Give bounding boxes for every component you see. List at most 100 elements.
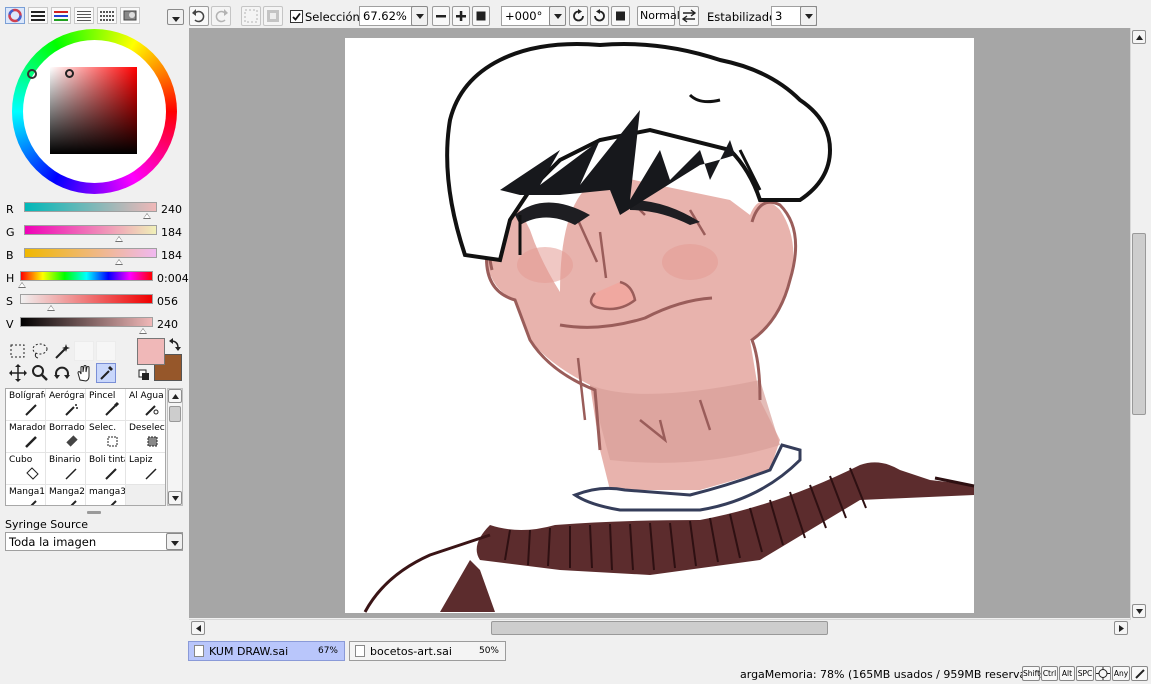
saturation-value-square[interactable] xyxy=(50,67,137,154)
zoom-out-button[interactable] xyxy=(432,6,450,26)
color-wheel-mode-button[interactable] xyxy=(5,7,25,24)
zoom-reset-button[interactable] xyxy=(472,6,490,26)
slider-h[interactable]: H 0:004 xyxy=(6,271,189,291)
redo-button[interactable] xyxy=(211,6,231,26)
brush-cell[interactable]: Al Agua xyxy=(126,389,165,421)
syringe-source-arrow[interactable] xyxy=(166,533,183,550)
swatch-grid-mode-button[interactable] xyxy=(97,7,117,24)
stabilizer-dropdown[interactable] xyxy=(800,6,817,26)
slider-track[interactable] xyxy=(24,202,157,212)
slider-r[interactable]: R 240 xyxy=(6,202,186,222)
brush-cell[interactable]: Marador xyxy=(6,421,46,453)
swatches-mode-button[interactable] xyxy=(74,7,94,24)
zoom-in-button[interactable] xyxy=(452,6,470,26)
zoom-dropdown[interactable] xyxy=(411,6,428,26)
slider-track[interactable] xyxy=(24,225,157,235)
syringe-source-dropdown[interactable]: Toda la imagen xyxy=(5,532,183,551)
drawing-canvas[interactable] xyxy=(189,28,1133,618)
scroll-thumb[interactable] xyxy=(169,406,181,422)
rotate-cw-button[interactable] xyxy=(590,6,609,26)
primary-color-swatch[interactable] xyxy=(137,338,165,365)
slider-track[interactable] xyxy=(20,317,153,327)
slider-b[interactable]: B 184 xyxy=(6,248,186,268)
flip-horizontal-button[interactable] xyxy=(679,6,699,26)
tab-zoom: 50% xyxy=(478,646,499,656)
deselect-button[interactable] xyxy=(241,6,261,26)
brush-cell[interactable]: manga3 xyxy=(86,485,126,505)
rotation-field[interactable]: +000° xyxy=(501,6,551,26)
shift-key-indicator[interactable]: Shift xyxy=(1022,666,1040,681)
ctrl-key-indicator[interactable]: Ctrl xyxy=(1041,666,1058,681)
zoom-tool[interactable] xyxy=(30,363,50,383)
any-key-indicator[interactable]: Any xyxy=(1112,666,1130,681)
rotate-tool[interactable] xyxy=(52,363,72,383)
invert-selection-button[interactable] xyxy=(263,6,283,26)
space-key-indicator[interactable]: SPC xyxy=(1076,666,1094,681)
hand-tool[interactable] xyxy=(74,363,94,383)
rotate-ccw-button[interactable] xyxy=(569,6,588,26)
panel-resize-handle[interactable] xyxy=(87,511,101,514)
slider-thumb[interactable] xyxy=(139,328,147,334)
canvas-viewport[interactable] xyxy=(189,28,1133,618)
brush-cell[interactable]: Selec. xyxy=(86,421,126,453)
rotation-reset-button[interactable] xyxy=(611,6,630,26)
scratchpad-mode-button[interactable] xyxy=(120,7,140,24)
canvas-vertical-scrollbar[interactable] xyxy=(1130,28,1147,620)
alt-key-indicator[interactable]: Alt xyxy=(1059,666,1075,681)
slider-track[interactable] xyxy=(24,248,157,258)
undo-button[interactable] xyxy=(189,6,209,26)
sv-picker-marker[interactable] xyxy=(65,69,74,78)
scroll-down-button[interactable] xyxy=(1132,604,1146,618)
horizontal-scroll-thumb[interactable] xyxy=(491,621,828,635)
brush-cell[interactable]: Lapiz xyxy=(126,453,165,485)
scroll-up-button[interactable] xyxy=(1132,30,1146,44)
brush-cell[interactable]: Deselec. xyxy=(126,421,165,453)
blend-mode-button[interactable]: Normal xyxy=(637,6,680,26)
canvas-horizontal-scrollbar[interactable] xyxy=(189,619,1131,636)
brush-cell[interactable]: Bolígrafo xyxy=(6,389,46,421)
selection-checkbox[interactable] xyxy=(290,10,303,23)
brush-cell[interactable]: Aerógrafo xyxy=(46,389,86,421)
slider-v[interactable]: V 240 xyxy=(6,317,186,337)
brush-cell[interactable]: Pincel xyxy=(86,389,126,421)
rgb-sliders-mode-button[interactable] xyxy=(28,7,48,24)
wheel-hue-marker[interactable] xyxy=(27,69,37,79)
magic-wand-tool[interactable] xyxy=(52,341,72,361)
swap-colors-icon[interactable] xyxy=(168,338,182,352)
slider-track[interactable] xyxy=(20,294,153,304)
brush-cell[interactable]: Binario xyxy=(46,453,86,485)
reset-colors-icon[interactable] xyxy=(138,369,150,381)
scroll-right-button[interactable] xyxy=(1114,621,1128,635)
brush-cell[interactable]: Manga2 xyxy=(46,485,86,505)
document-tab-bocetos-art[interactable]: bocetos-art.sai 50% xyxy=(349,641,506,661)
vertical-scroll-thumb[interactable] xyxy=(1132,233,1146,415)
rotation-dropdown[interactable] xyxy=(549,6,566,26)
slider-track[interactable] xyxy=(20,271,153,281)
slider-thumb[interactable] xyxy=(115,236,123,242)
eyedropper-tool[interactable] xyxy=(96,363,116,383)
brush-cell[interactable]: Cubo xyxy=(6,453,46,485)
brush-cell[interactable]: Boli tinta xyxy=(86,453,126,485)
pen-pressure-indicator[interactable] xyxy=(1131,666,1148,681)
slider-s[interactable]: S 056 xyxy=(6,294,186,314)
slider-thumb[interactable] xyxy=(143,213,151,219)
slider-thumb[interactable] xyxy=(115,259,123,265)
brush-tool-grid: BolígrafoAerógrafoPincelAl AguaMaradorBo… xyxy=(5,388,166,506)
lasso-tool[interactable] xyxy=(30,341,50,361)
slider-thumb[interactable] xyxy=(18,282,26,288)
scroll-up-button[interactable] xyxy=(168,389,182,403)
hsv-sliders-mode-button[interactable] xyxy=(51,7,71,24)
document-tab-kum-draw[interactable]: KUM DRAW.sai 67% xyxy=(188,641,345,661)
scroll-left-button[interactable] xyxy=(191,621,205,635)
rect-select-tool[interactable] xyxy=(8,341,28,361)
brush-cell[interactable]: Manga1 xyxy=(6,485,46,505)
slider-thumb[interactable] xyxy=(47,305,55,311)
move-tool[interactable] xyxy=(8,363,28,383)
brush-cell[interactable]: Borrador xyxy=(46,421,86,453)
zoom-field[interactable]: 67.62% xyxy=(359,6,413,26)
panel-menu-dropdown[interactable] xyxy=(167,9,184,25)
navigator-key-indicator[interactable] xyxy=(1095,666,1111,681)
brush-grid-scrollbar[interactable] xyxy=(167,388,183,506)
slider-g[interactable]: G 184 xyxy=(6,225,186,245)
scroll-down-button[interactable] xyxy=(168,491,182,505)
